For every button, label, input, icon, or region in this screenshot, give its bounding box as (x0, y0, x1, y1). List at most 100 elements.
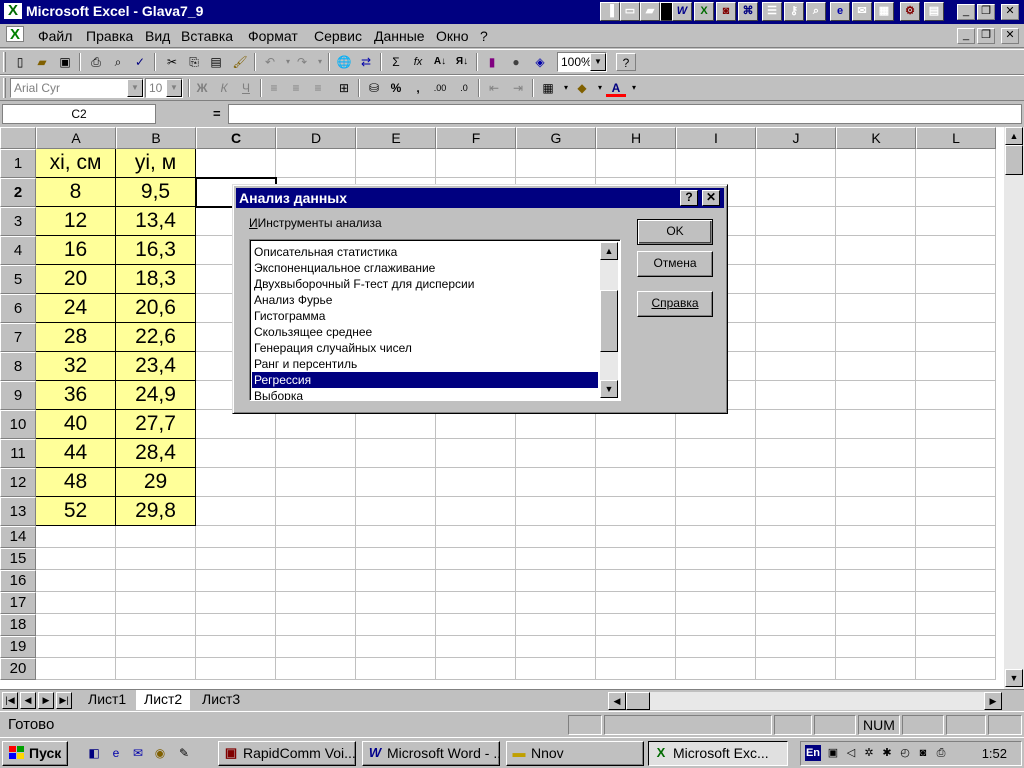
grid-cell[interactable] (836, 548, 916, 570)
grid-cell[interactable] (916, 149, 996, 178)
y-value-cell[interactable]: 9,5 (116, 178, 196, 207)
taskbar-folder[interactable]: ▬ Nnov (506, 741, 644, 766)
grid-cell[interactable] (356, 636, 436, 658)
grid-cell[interactable] (676, 614, 756, 636)
grid-cell[interactable] (116, 614, 196, 636)
grid-cell[interactable] (436, 570, 516, 592)
grid-cell[interactable] (356, 526, 436, 548)
doc-minimize-button[interactable]: _ (957, 28, 975, 44)
grid-cell[interactable] (836, 236, 916, 265)
format-painter-icon[interactable]: 🖌 (230, 53, 250, 71)
grid-cell[interactable] (916, 410, 996, 439)
x-value-cell[interactable]: 40 (36, 410, 116, 439)
grid-cell[interactable] (916, 178, 996, 207)
menu-file[interactable]: Файл (38, 28, 72, 44)
grid-cell[interactable] (116, 548, 196, 570)
grid-cell[interactable] (916, 614, 996, 636)
x-value-cell[interactable]: 16 (36, 236, 116, 265)
font-size-select[interactable]: 10 ▼ (145, 78, 183, 98)
grid-cell[interactable] (596, 658, 676, 680)
office-schedule-icon[interactable]: ▦ (874, 2, 894, 21)
row-header[interactable]: 14 (0, 526, 36, 548)
grid-cell[interactable] (836, 439, 916, 468)
office-calculator-icon[interactable]: ▤ (924, 2, 944, 21)
grid-cell[interactable] (116, 526, 196, 548)
grid-cell[interactable] (36, 658, 116, 680)
column-header[interactable]: L (916, 127, 996, 149)
grid-cell[interactable] (756, 323, 836, 352)
row-header[interactable]: 7 (0, 323, 36, 352)
row-header[interactable]: 19 (0, 636, 36, 658)
dialog-title-bar[interactable]: Анализ данных ? ✕ (236, 188, 724, 208)
y-value-cell[interactable]: 18,3 (116, 265, 196, 294)
grid-cell[interactable] (196, 468, 276, 497)
hyperlink-icon[interactable]: 🌐 (334, 53, 354, 71)
grid-cell[interactable] (36, 526, 116, 548)
office-mail-icon[interactable]: ✉ (852, 2, 872, 21)
print-icon[interactable]: ⎙ (86, 53, 106, 71)
grid-cell[interactable] (36, 548, 116, 570)
grid-cell[interactable] (676, 658, 756, 680)
grid-cell[interactable] (116, 570, 196, 592)
sheet-tab-1[interactable]: Лист1 (80, 690, 134, 710)
grid-cell[interactable] (196, 439, 276, 468)
y-value-cell[interactable]: 23,4 (116, 352, 196, 381)
grid-cell[interactable] (676, 149, 756, 178)
analysis-tool-item[interactable]: Анализ Фурье (252, 292, 598, 308)
sheet-tab-3[interactable]: Лист3 (194, 690, 248, 710)
grid-cell[interactable] (756, 497, 836, 526)
grid-cell[interactable] (356, 614, 436, 636)
grid-cell[interactable] (676, 410, 756, 439)
grid-cell[interactable] (196, 592, 276, 614)
row-header[interactable]: 13 (0, 497, 36, 526)
analysis-tool-item[interactable]: Ранг и персентиль (252, 356, 598, 372)
first-sheet-icon[interactable]: |◀ (2, 692, 18, 709)
grid-cell[interactable] (436, 149, 516, 178)
menu-format[interactable]: Формат (248, 28, 298, 44)
cut-icon[interactable]: ✂ (162, 53, 182, 71)
grid-cell[interactable] (36, 636, 116, 658)
font-name-select[interactable]: Arial Cyr ▼ (10, 78, 144, 98)
grid-cell[interactable] (116, 592, 196, 614)
redo-dropdown-icon[interactable]: ▾ (310, 53, 330, 71)
analysis-tool-item[interactable]: Гистограмма (252, 308, 598, 324)
bold-button[interactable]: Ж (192, 79, 212, 97)
grid-cell[interactable] (916, 548, 996, 570)
column-header[interactable]: F (436, 127, 516, 149)
office-open-icon[interactable]: ▰ (640, 2, 660, 21)
grid-cell[interactable] (356, 570, 436, 592)
grid-cell[interactable] (836, 149, 916, 178)
office-find-icon[interactable]: ⌕ (806, 2, 826, 21)
grid-cell[interactable] (516, 614, 596, 636)
x-value-cell[interactable]: 8 (36, 178, 116, 207)
x-value-cell[interactable]: 44 (36, 439, 116, 468)
grid-cell[interactable] (276, 439, 356, 468)
printer-icon[interactable]: ⎙ (933, 745, 949, 761)
menu-help[interactable]: ? (480, 28, 488, 44)
dialog-close-button[interactable]: ✕ (702, 190, 720, 206)
row-header[interactable]: 12 (0, 468, 36, 497)
x-value-cell[interactable]: 48 (36, 468, 116, 497)
x-value-cell[interactable]: 20 (36, 265, 116, 294)
grid-cell[interactable] (436, 468, 516, 497)
open-icon[interactable]: ▰ (32, 53, 52, 71)
grid-cell[interactable] (516, 497, 596, 526)
grid-cell[interactable] (276, 548, 356, 570)
grid-cell[interactable] (196, 614, 276, 636)
grid-cell[interactable] (836, 352, 916, 381)
spelling-icon[interactable]: ✓ (130, 53, 150, 71)
formula-equals-sign[interactable]: = (213, 106, 221, 121)
grid-cell[interactable] (916, 381, 996, 410)
grid-cell[interactable] (596, 497, 676, 526)
x-value-cell[interactable]: 12 (36, 207, 116, 236)
menu-data[interactable]: Данные (374, 28, 425, 44)
grid-cell[interactable] (516, 439, 596, 468)
grid-cell[interactable] (356, 658, 436, 680)
grid-cell[interactable] (676, 497, 756, 526)
grid-cell[interactable] (356, 468, 436, 497)
menu-tools[interactable]: Сервис (314, 28, 362, 44)
analysis-tool-item[interactable]: Скользящее среднее (252, 324, 598, 340)
grid-cell[interactable] (676, 468, 756, 497)
column-header[interactable]: J (756, 127, 836, 149)
grid-cell[interactable] (276, 468, 356, 497)
